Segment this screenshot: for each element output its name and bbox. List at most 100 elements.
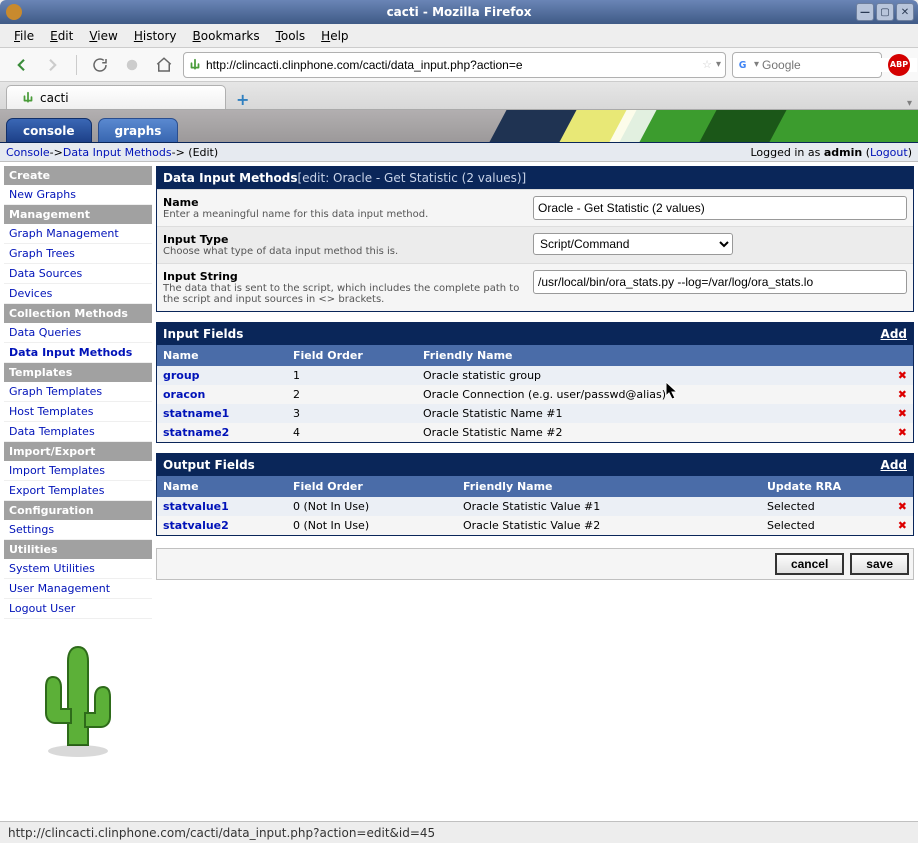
cactus-logo [4, 639, 152, 759]
output-fields-add-link[interactable]: Add [881, 458, 907, 472]
menu-view[interactable]: View [83, 27, 123, 45]
field-link-statvalue1[interactable]: statvalue1 [163, 500, 229, 513]
form-row-input-string: Input StringThe data that is sent to the… [157, 263, 913, 311]
browser-tab-label: cacti [40, 91, 69, 105]
status-bar: http://clincacti.clinphone.com/cacti/dat… [0, 821, 918, 843]
minimize-button[interactable]: — [856, 3, 874, 21]
input-input-type[interactable]: Script/Command [533, 233, 733, 255]
delete-icon[interactable]: ✖ [898, 407, 907, 420]
cancel-button[interactable]: cancel [775, 553, 844, 575]
menu-edit[interactable]: Edit [44, 27, 79, 45]
menu-help[interactable]: Help [315, 27, 354, 45]
sidebar-item-data-templates[interactable]: Data Templates [4, 422, 152, 442]
cactus-favicon [21, 91, 35, 105]
tab-strip: cacti + ▾ [0, 82, 918, 110]
sidebar-item-system-utilities[interactable]: System Utilities [4, 559, 152, 579]
tabs-dropdown-icon[interactable]: ▾ [907, 98, 912, 109]
sidebar-item-logout-user[interactable]: Logout User [4, 599, 152, 619]
delete-icon[interactable]: ✖ [898, 388, 907, 401]
breadcrumb-console[interactable]: Console [6, 146, 50, 159]
breadcrumb: Console -> Data Input Methods -> (Edit) … [0, 142, 918, 162]
menu-tools[interactable]: Tools [270, 27, 312, 45]
url-dropdown-icon[interactable]: ▾ [716, 59, 721, 70]
input-input-string[interactable] [533, 270, 907, 294]
status-url: http://clincacti.clinphone.com/cacti/dat… [8, 826, 435, 840]
sidebar-item-data-queries[interactable]: Data Queries [4, 323, 152, 343]
field-link-statname1[interactable]: statname1 [163, 407, 229, 420]
field-link-oracon[interactable]: oracon [163, 388, 205, 401]
close-button[interactable]: ✕ [896, 3, 914, 21]
sidebar-item-graph-trees[interactable]: Graph Trees [4, 244, 152, 264]
cactus-favicon [188, 58, 202, 72]
sidebar-header: Configuration [4, 501, 152, 520]
breadcrumb-data-input[interactable]: Data Input Methods [63, 146, 172, 159]
url-bar[interactable]: ☆ ▾ [183, 52, 726, 78]
input-fields-title: Input Fields [163, 327, 243, 341]
sidebar-item-devices[interactable]: Devices [4, 284, 152, 304]
logout-link[interactable]: Logout [870, 146, 908, 159]
save-button[interactable]: save [850, 553, 909, 575]
sidebar-item-data-sources[interactable]: Data Sources [4, 264, 152, 284]
sidebar-item-graph-management[interactable]: Graph Management [4, 224, 152, 244]
sidebar-item-settings[interactable]: Settings [4, 520, 152, 540]
adblock-icon[interactable]: ABP [888, 54, 910, 76]
menubar: File Edit View History Bookmarks Tools H… [0, 24, 918, 48]
sidebar-item-graph-templates[interactable]: Graph Templates [4, 382, 152, 402]
field-link-group[interactable]: group [163, 369, 200, 382]
panel-subtitle: [edit: Oracle - Get Statistic (2 values)… [297, 171, 526, 185]
stop-button[interactable] [119, 52, 145, 78]
input-field-row: oracon2Oracle Connection (e.g. user/pass… [157, 385, 913, 404]
login-status: Logged in as admin (Logout) [750, 146, 912, 159]
sidebar-item-host-templates[interactable]: Host Templates [4, 402, 152, 422]
delete-icon[interactable]: ✖ [898, 369, 907, 382]
menu-bookmarks[interactable]: Bookmarks [187, 27, 266, 45]
url-input[interactable] [206, 58, 698, 72]
search-engine-dropdown-icon[interactable]: ▾ [754, 59, 759, 70]
output-field-row: statvalue10 (Not In Use)Oracle Statistic… [157, 497, 913, 516]
tab-console[interactable]: console [6, 118, 92, 142]
delete-icon[interactable]: ✖ [898, 500, 907, 513]
data-input-form-panel: Data Input Methods [edit: Oracle - Get S… [156, 166, 914, 312]
sidebar-header: Import/Export [4, 442, 152, 461]
new-tab-button[interactable]: + [230, 90, 255, 109]
sidebar-header: Management [4, 205, 152, 224]
menu-history[interactable]: History [128, 27, 183, 45]
sidebar-item-user-management[interactable]: User Management [4, 579, 152, 599]
field-link-statname2[interactable]: statname2 [163, 426, 229, 439]
input-fields-panel: Input Fields Add Name Field Order Friend… [156, 322, 914, 443]
output-fields-title: Output Fields [163, 458, 255, 472]
maximize-button[interactable]: ▢ [876, 3, 894, 21]
favorite-icon[interactable]: ☆ [702, 58, 712, 71]
cacti-header: console graphs [0, 110, 918, 142]
svg-text:G: G [739, 59, 747, 70]
sidebar-item-new-graphs[interactable]: New Graphs [4, 185, 152, 205]
input-fields-add-link[interactable]: Add [881, 327, 907, 341]
back-button[interactable] [8, 52, 34, 78]
delete-icon[interactable]: ✖ [898, 426, 907, 439]
browser-tab-cacti[interactable]: cacti [6, 85, 226, 109]
forward-button[interactable] [40, 52, 66, 78]
sidebar-item-export-templates[interactable]: Export Templates [4, 481, 152, 501]
sidebar-item-data-input-methods[interactable]: Data Input Methods [4, 343, 152, 363]
field-link-statvalue2[interactable]: statvalue2 [163, 519, 229, 532]
form-row-name: NameEnter a meaningful name for this dat… [157, 189, 913, 226]
reload-button[interactable] [87, 52, 113, 78]
home-button[interactable] [151, 52, 177, 78]
google-icon: G [737, 58, 751, 72]
search-bar[interactable]: G ▾ 🔍 [732, 52, 882, 78]
sidebar: CreateNew GraphsManagementGraph Manageme… [4, 166, 152, 817]
input-name[interactable] [533, 196, 907, 220]
action-bar: cancel save [156, 548, 914, 580]
header-graphic [498, 110, 918, 142]
window-title: cacti - Mozilla Firefox [387, 5, 532, 19]
sidebar-item-import-templates[interactable]: Import Templates [4, 461, 152, 481]
output-fields-panel: Output Fields Add Name Field Order Frien… [156, 453, 914, 536]
window-titlebar: cacti - Mozilla Firefox — ▢ ✕ [0, 0, 918, 24]
panel-title: Data Input Methods [163, 171, 297, 185]
menu-file[interactable]: File [8, 27, 40, 45]
tab-graphs[interactable]: graphs [98, 118, 179, 142]
sidebar-header: Utilities [4, 540, 152, 559]
input-field-row: statname24Oracle Statistic Name #2✖ [157, 423, 913, 442]
delete-icon[interactable]: ✖ [898, 519, 907, 532]
sidebar-header: Create [4, 166, 152, 185]
